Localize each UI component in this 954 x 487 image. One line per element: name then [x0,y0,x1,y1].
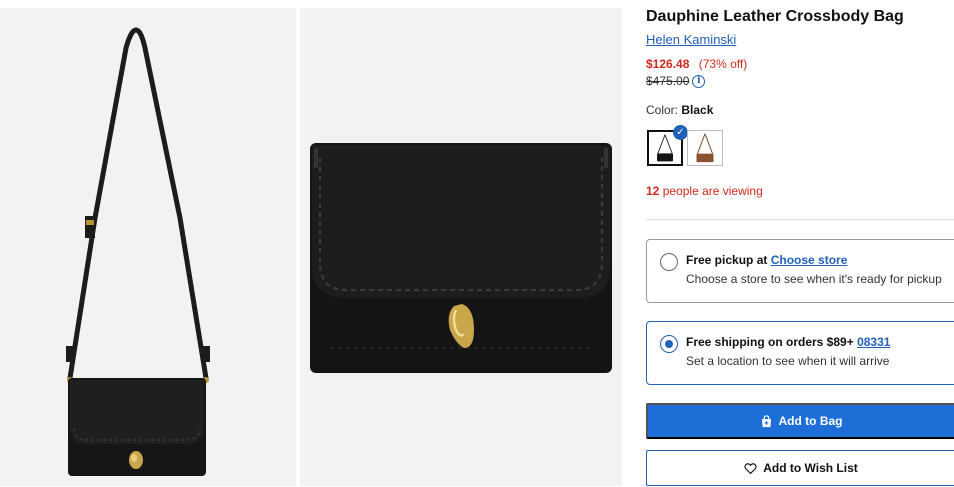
pickup-subtitle: Choose a store to see when it's ready fo… [686,272,942,286]
discount-percent: (73% off) [698,57,748,71]
price-row: $126.48 (73% off) [646,57,747,71]
choose-store-link[interactable]: Choose store [771,253,848,267]
original-price-row: $475.00 i [646,74,706,88]
heart-icon [744,462,757,474]
color-label: Color: Black [646,103,713,117]
pickup-option[interactable]: Free pickup at Choose store Choose a sto… [646,239,954,303]
add-to-wishlist-button[interactable]: Add to Wish List [646,450,954,486]
brand-link[interactable]: Helen Kaminski [646,32,736,47]
product-image-worn[interactable] [0,8,296,486]
product-image-front[interactable] [300,8,622,486]
viewing-text: people are viewing [662,184,763,198]
shipping-radio[interactable] [660,335,678,353]
product-gallery [0,0,622,487]
shopping-bag-icon [761,414,771,427]
selected-check-icon: ✓ [673,125,688,140]
info-icon[interactable]: i [692,74,706,88]
add-to-bag-label: Add to Bag [778,414,843,428]
product-info: Dauphine Leather Crossbody Bag Helen Kam… [646,0,954,487]
shipping-subtitle: Set a location to see when it will arriv… [686,354,890,368]
shipping-title: Free shipping on orders $89+ 08331 [686,335,890,349]
pickup-title: Free pickup at Choose store [686,253,847,267]
product-title: Dauphine Leather Crossbody Bag [646,8,904,25]
original-price: $475.00 [646,74,690,88]
shipping-title-text: Free shipping on orders $89+ [686,335,854,349]
zip-code-link[interactable]: 08331 [857,335,890,349]
brown-bag-thumbnail [696,133,714,163]
pickup-title-text: Free pickup at [686,253,768,267]
swatch-brown[interactable] [687,130,723,166]
viewing-count: 12 people are viewing [646,184,763,198]
bag-front-illustration [300,8,622,486]
bag-with-strap-illustration [0,8,296,486]
pickup-radio[interactable] [660,253,678,271]
sale-price: $126.48 [646,57,690,71]
divider [646,219,954,220]
color-selected-value: Black [681,103,714,117]
viewing-number: 12 [646,184,660,198]
shipping-option[interactable]: Free shipping on orders $89+ 08331 Set a… [646,321,954,385]
add-to-bag-button[interactable]: Add to Bag [646,403,954,439]
add-to-wishlist-label: Add to Wish List [763,461,858,475]
color-label-text: Color: [646,103,679,117]
